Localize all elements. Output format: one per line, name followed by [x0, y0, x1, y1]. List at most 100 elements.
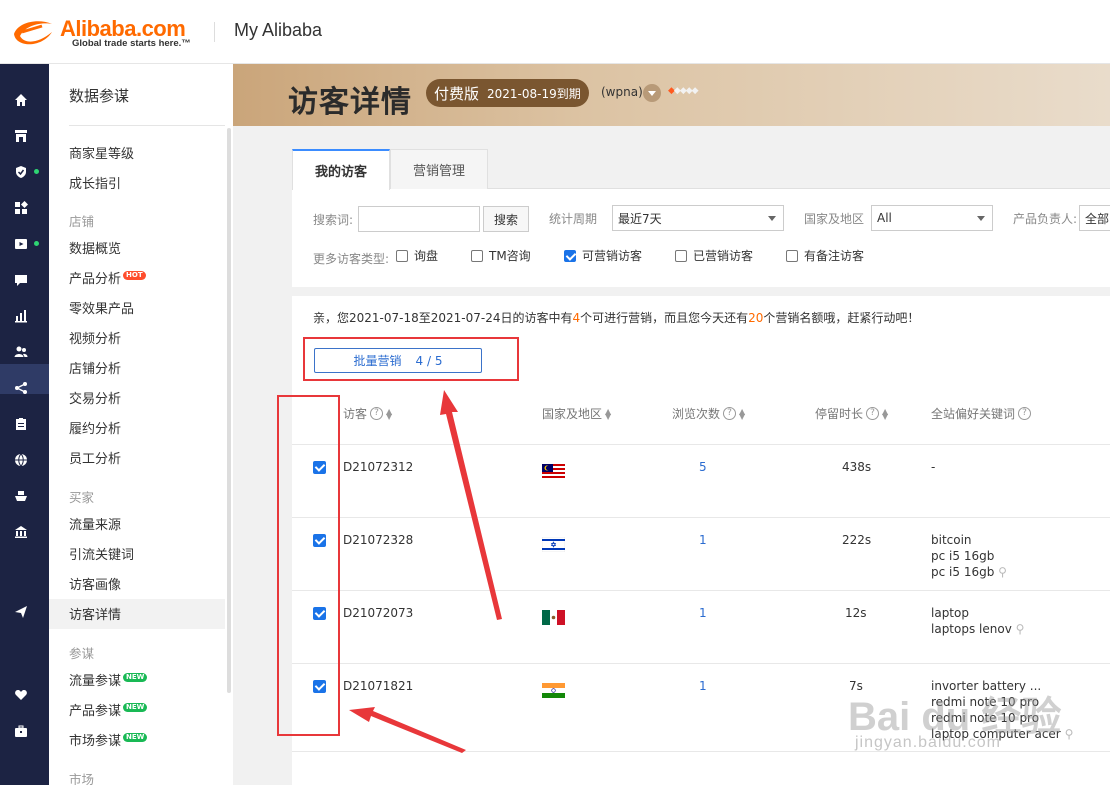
- sort-icon[interactable]: ▲ ▼: [605, 407, 611, 420]
- type-marketable-checkbox[interactable]: 可营销访客: [564, 247, 642, 264]
- search-icon[interactable]: ⚲: [1065, 727, 1074, 741]
- sidebar-item-traffic-source[interactable]: 流量来源: [69, 514, 121, 533]
- view-count[interactable]: 5: [699, 460, 707, 474]
- keyword: pc i5 16gb: [931, 549, 995, 563]
- globe-icon[interactable]: [12, 451, 30, 469]
- keyword-list: -: [931, 459, 935, 475]
- app-title[interactable]: My Alibaba: [234, 20, 322, 41]
- column-header-duration[interactable]: 停留时长? ▲ ▼: [815, 405, 888, 422]
- chevron-down-icon: [768, 216, 776, 221]
- stay-duration: 438s: [842, 460, 872, 474]
- video-status-dot: [34, 241, 39, 246]
- sidebar-item-market-advisor[interactable]: 市场参谋 NEW: [69, 730, 148, 749]
- region-select[interactable]: All: [871, 205, 993, 231]
- tab-my-visitors[interactable]: 我的访客: [292, 149, 390, 190]
- visitor-id[interactable]: D21072328: [343, 533, 413, 547]
- sidebar-item-visitor-details[interactable]: 访客详情: [69, 604, 121, 623]
- sidebar-item-store-analysis[interactable]: 店铺分析: [69, 358, 121, 377]
- share-icon[interactable]: [12, 379, 30, 397]
- sidebar-item-traffic-advisor[interactable]: 流量参谋 NEW: [69, 670, 148, 689]
- type-noted-checkbox[interactable]: 有备注访客: [786, 247, 864, 264]
- sidebar-item-fulfillment-analysis[interactable]: 履约分析: [69, 418, 121, 437]
- tab-marketing-management[interactable]: 营销管理: [390, 149, 488, 189]
- owner-label: 产品负责人:: [1013, 212, 1078, 226]
- alibaba-logo[interactable]: Alibaba.com Global trade starts here.™: [8, 14, 208, 54]
- sidebar-item-trade-analysis[interactable]: 交易分析: [69, 388, 121, 407]
- help-icon[interactable]: ?: [370, 407, 384, 420]
- sidebar-item-growth-guide[interactable]: 成长指引: [69, 173, 121, 192]
- clipboard-icon[interactable]: [12, 415, 30, 433]
- help-icon[interactable]: ?: [1018, 407, 1032, 420]
- sidebar-group-buyer: 买家: [69, 490, 95, 505]
- grid-icon[interactable]: [12, 199, 30, 217]
- checkbox-label: 有备注访客: [804, 249, 865, 263]
- view-count[interactable]: 1: [699, 533, 707, 547]
- search-input[interactable]: [358, 206, 480, 232]
- send-icon[interactable]: [12, 603, 30, 621]
- notice-text: 个可进行营销，而且您今天还有: [580, 311, 749, 325]
- sidebar-group-market: 市场: [69, 772, 95, 785]
- logo-tagline: Global trade starts here.™: [72, 38, 191, 49]
- ship-icon[interactable]: [12, 487, 30, 505]
- chat-icon[interactable]: [12, 271, 30, 289]
- shield-icon[interactable]: [12, 163, 30, 181]
- store-icon[interactable]: [12, 127, 30, 145]
- type-tm-checkbox[interactable]: TM咨询: [471, 247, 531, 264]
- users-icon[interactable]: [12, 343, 30, 361]
- period-select[interactable]: 最近7天: [612, 205, 784, 231]
- page-title: 访客详情: [288, 85, 412, 120]
- diamond-rating: ◆◆◆◆◆: [668, 86, 699, 96]
- keyword: bitcoin: [931, 533, 972, 547]
- notice-text: 个营销名额哦，赶紧行动吧！: [763, 311, 920, 325]
- view-count[interactable]: 1: [699, 606, 707, 620]
- watermark-url: jingyan.baidu.com: [855, 734, 1001, 751]
- sidebar-item-visitor-profile[interactable]: 访客画像: [69, 574, 121, 593]
- column-header-country[interactable]: 国家及地区 ▲ ▼: [542, 405, 611, 422]
- search-button[interactable]: 搜索: [483, 206, 529, 232]
- sidebar-item-product-analysis[interactable]: 产品分析 HOT: [69, 268, 146, 287]
- hot-badge: HOT: [123, 271, 146, 280]
- search-icon[interactable]: ⚲: [998, 565, 1007, 579]
- sidebar-scrollbar[interactable]: [227, 128, 231, 693]
- sidebar-item-zero-effect-products[interactable]: 零效果产品: [69, 298, 134, 317]
- chart-icon[interactable]: [12, 307, 30, 325]
- visitor-id[interactable]: D21072312: [343, 460, 413, 474]
- column-header-visitor[interactable]: 访客? ▲ ▼: [343, 405, 392, 422]
- sort-icon[interactable]: ▲ ▼: [739, 407, 745, 420]
- sidebar-item-video-analysis[interactable]: 视频分析: [69, 328, 121, 347]
- sidebar-item-product-advisor[interactable]: 产品参谋 NEW: [69, 700, 148, 719]
- home-icon[interactable]: [12, 91, 30, 109]
- checkbox-label: 已营销访客: [693, 249, 754, 263]
- help-icon[interactable]: ?: [866, 407, 880, 420]
- video-icon[interactable]: [12, 235, 30, 253]
- sort-icon[interactable]: ▲ ▼: [882, 407, 888, 420]
- briefcase-icon[interactable]: [12, 722, 30, 740]
- help-icon[interactable]: ?: [723, 407, 737, 420]
- region-label: 国家及地区: [804, 212, 865, 226]
- more-visitor-types-label: 更多访客类型:: [313, 252, 390, 266]
- column-header-label: 国家及地区: [542, 407, 603, 421]
- visitor-id[interactable]: D21072073: [343, 606, 413, 620]
- sidebar-item-staff-analysis[interactable]: 员工分析: [69, 448, 121, 467]
- owner-select[interactable]: 全部: [1079, 205, 1110, 231]
- period-label: 统计周期: [549, 212, 598, 226]
- new-badge: NEW: [123, 733, 148, 742]
- search-icon[interactable]: ⚲: [1016, 622, 1025, 636]
- period-select-value: 最近7天: [618, 211, 662, 226]
- keyword-text: laptops lenov: [931, 622, 1012, 636]
- sort-icon[interactable]: ▲ ▼: [386, 407, 392, 420]
- type-inquiry-checkbox[interactable]: 询盘: [396, 247, 438, 264]
- visitor-id[interactable]: D21071821: [343, 679, 413, 693]
- keyword-list: bitcoin pc i5 16gb pc i5 16gb ⚲: [931, 532, 1007, 580]
- heart-icon[interactable]: [12, 686, 30, 704]
- sidebar-item-traffic-keywords[interactable]: 引流关键词: [69, 544, 134, 563]
- region-select-value: All: [877, 211, 892, 225]
- column-header-views[interactable]: 浏览次数? ▲ ▼: [672, 405, 745, 422]
- view-count[interactable]: 1: [699, 679, 707, 693]
- keyword: -: [931, 460, 936, 474]
- bank-icon[interactable]: [12, 523, 30, 541]
- sidebar-item-merchant-level[interactable]: 商家星等级: [69, 143, 134, 162]
- type-marketed-checkbox[interactable]: 已营销访客: [675, 247, 753, 264]
- sidebar-item-data-overview[interactable]: 数据概览: [69, 238, 121, 257]
- account-dropdown-button[interactable]: [643, 84, 661, 102]
